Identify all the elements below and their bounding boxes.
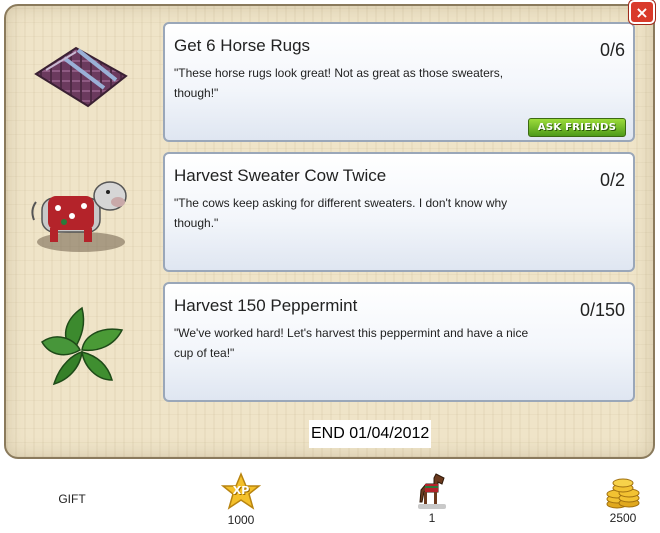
quest-card-peppermint: Harvest 150 Peppermint "We've worked har…	[163, 282, 635, 402]
horse-icon	[414, 470, 450, 510]
gift-label: GIFT	[58, 492, 86, 506]
quest-title: Get 6 Horse Rugs	[174, 36, 311, 55]
horse-rug-icon	[26, 36, 136, 116]
quest-card-horse-rugs: Get 6 Horse Rugs "These horse rugs look …	[163, 22, 635, 142]
quest-progress: 0/150	[579, 300, 625, 320]
quest-title: Harvest Sweater Cow Twice	[174, 166, 387, 185]
quest-title: Harvest 150 Peppermint	[174, 296, 358, 315]
xp-star-icon: XP	[220, 472, 262, 512]
coins-reward: 2500	[598, 470, 648, 525]
gift-reward: GIFT	[42, 492, 102, 506]
peppermint-icon	[34, 300, 130, 392]
close-button[interactable]: ×	[629, 0, 655, 24]
quest-panel: Get 6 Horse Rugs "These horse rugs look …	[4, 4, 655, 459]
coins-value: 2500	[609, 511, 637, 525]
quest-card-sweater-cow: Harvest Sweater Cow Twice "The cows keep…	[163, 152, 635, 272]
quest-progress: 0/6	[599, 40, 625, 60]
quest-description: "The cows keep asking for different swea…	[174, 196, 508, 230]
horse-reward: 1	[407, 470, 457, 525]
quest-description: "These horse rugs look great! Not as gre…	[174, 66, 504, 100]
xp-value: 1000	[227, 513, 255, 527]
coins-icon	[605, 470, 641, 510]
quest-progress: 0/2	[599, 170, 625, 190]
horse-value: 1	[428, 511, 436, 525]
quest-description: "We've worked hard! Let's harvest this p…	[174, 326, 529, 360]
ask-friends-button[interactable]: ASK FRIENDS	[528, 118, 626, 137]
end-date-label: END 01/04/2012	[309, 420, 432, 448]
sweater-cow-icon	[26, 166, 136, 256]
xp-reward: XP 1000	[216, 472, 266, 527]
